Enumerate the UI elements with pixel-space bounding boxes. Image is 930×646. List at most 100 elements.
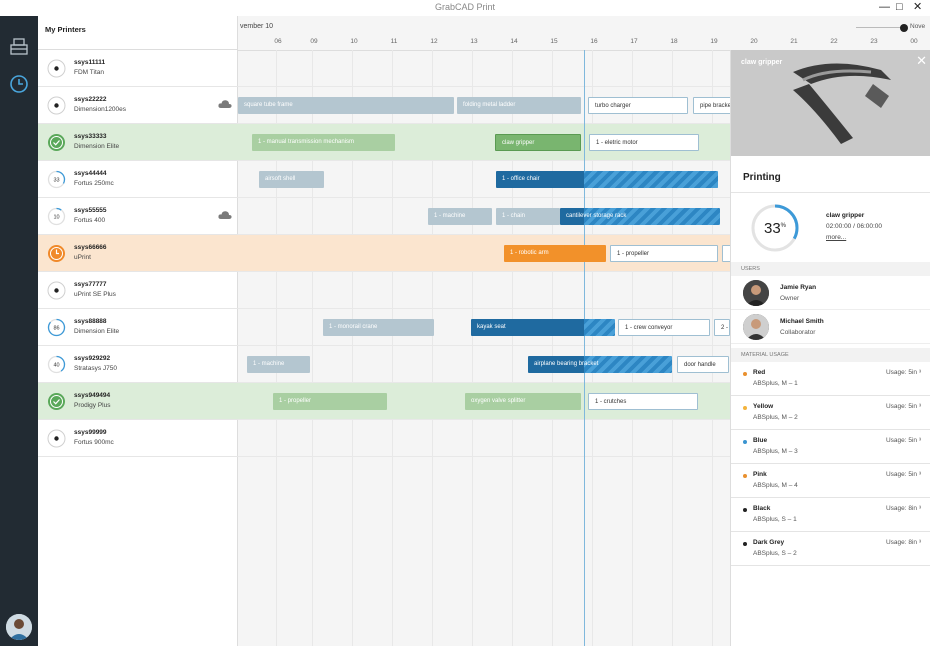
print-job-bar[interactable]: 1 - crew conveyor	[618, 319, 710, 336]
print-job-bar[interactable]: cantilever storage rack	[560, 208, 720, 225]
printer-row[interactable]: 40 ssys929292 Stratasys J750	[38, 346, 238, 383]
printer-name: ssys77777	[74, 281, 107, 288]
print-job-bar[interactable]: door handle	[677, 356, 729, 373]
printer-name: ssys55555	[74, 207, 107, 214]
print-job-bar[interactable]: 1 - office chair	[496, 171, 718, 188]
progress-value: 33%	[749, 220, 801, 237]
material-desc: ABSplus, S – 1	[753, 516, 797, 523]
idle-status-icon	[47, 281, 66, 300]
printer-row[interactable]: ssys949494 Prodigy Plus	[38, 383, 238, 420]
day-header: 15	[550, 38, 558, 45]
close-panel-button[interactable]: ✕	[916, 54, 927, 67]
material-name: Yellow	[753, 403, 774, 410]
printer-model: uPrint	[74, 254, 91, 261]
material-color-dot	[743, 542, 747, 546]
material-item: Red ABSplus, M – 1 Usage: 5in ³	[731, 362, 930, 396]
day-header: 17	[630, 38, 638, 45]
print-job-bar[interactable]: square tube frame	[238, 97, 454, 114]
print-job-bar[interactable]: 1 - eletric motor	[589, 134, 699, 151]
printer-row[interactable]: ssys99999 Fortus 900mc	[38, 420, 238, 457]
printer-row[interactable]: ssys11111 FDM Titan	[38, 50, 238, 87]
material-color-dot	[743, 440, 747, 444]
printer-row[interactable]: ssys33333 Dimension Elite	[38, 124, 238, 161]
user-avatar-icon	[743, 314, 769, 340]
day-header: 20	[750, 38, 758, 45]
printer-row[interactable]: 10 ssys55555 Fortus 400	[38, 198, 238, 235]
progress-status-icon: 86	[47, 318, 66, 337]
app-title: GrabCAD Print	[434, 2, 496, 12]
print-job-bar[interactable]: 1 - chain	[496, 208, 560, 225]
current-time-line	[584, 50, 585, 646]
material-name: Red	[753, 369, 766, 376]
print-job-bar[interactable]: 1 - propeller	[610, 245, 718, 262]
print-job-bar[interactable]: airplane bearing bracket	[528, 356, 672, 373]
cloud-icon	[218, 211, 232, 219]
progress-status-icon: 33	[47, 170, 66, 189]
day-header: 09	[310, 38, 318, 45]
print-job-bar[interactable]: 1 - robotic arm	[504, 245, 606, 262]
user-item[interactable]: Jamie Ryan Owner	[731, 276, 930, 310]
user-item[interactable]: Michael Smith Collaborator	[731, 310, 930, 344]
printer-model: Dimension Elite	[74, 143, 120, 150]
printer-queue-button[interactable]	[5, 36, 33, 62]
progress-status-icon: 40	[47, 355, 66, 374]
print-job-bar[interactable]: 1 - machine	[428, 208, 492, 225]
print-job-bar[interactable]: 1 - machine	[247, 356, 310, 373]
month-label: vember 10	[240, 23, 274, 30]
printer-model: Dimension Elite	[74, 328, 120, 335]
print-job-bar[interactable]: airsoft shell	[259, 171, 324, 188]
day-header: 22	[830, 38, 838, 45]
minimize-button[interactable]: —	[879, 0, 890, 14]
day-header: 10	[350, 38, 358, 45]
print-job-bar[interactable]: oxygen valve splitter	[465, 393, 581, 410]
printer-name: ssys99999	[74, 429, 107, 436]
printer-row[interactable]: 33 ssys44444 Fortus 250mc	[38, 161, 238, 198]
material-item: Black ABSplus, S – 1 Usage: 8in ³	[731, 498, 930, 532]
printer-model: Fortus 900mc	[74, 439, 114, 446]
maximize-button[interactable]: □	[896, 0, 903, 14]
zoom-slider-knob[interactable]	[900, 24, 908, 32]
material-item: Blue ABSplus, M – 3 Usage: 5in ³	[731, 430, 930, 464]
idle-status-icon	[47, 96, 66, 115]
print-job-bar[interactable]: pipe bracket	[693, 97, 733, 114]
print-job-bar[interactable]: 2 -	[714, 319, 730, 336]
printer-name: ssys22222	[74, 96, 107, 103]
user-role: Collaborator	[780, 329, 816, 336]
printer-row[interactable]: 86 ssys88888 Dimension Elite	[38, 309, 238, 346]
progress-status-text: 40	[53, 363, 59, 369]
printer-row[interactable]: ssys77777 uPrint SE Plus	[38, 272, 238, 309]
more-link[interactable]: more...	[826, 234, 846, 241]
user-avatar[interactable]	[6, 614, 32, 640]
material-item: Yellow ABSplus, M – 2 Usage: 5in ³	[731, 396, 930, 430]
print-job-bar[interactable]: kayak seat	[471, 319, 615, 336]
print-job-bar[interactable]: 1 - crutches	[588, 393, 698, 410]
print-job-bar[interactable]: 1 - manual transmission mechanism	[252, 134, 395, 151]
print-job-bar[interactable]: claw gripper	[495, 134, 581, 151]
material-usage: Usage: 5in ³	[885, 369, 921, 376]
printer-row[interactable]: ssys66666 uPrint	[38, 235, 238, 272]
cloud-icon	[218, 100, 232, 108]
printer-row[interactable]: ssys22222 Dimension1200es	[38, 87, 238, 124]
zoom-slider-track[interactable]	[856, 27, 906, 28]
material-item: Dark Grey ABSplus, S – 2 Usage: 8in ³	[731, 532, 930, 566]
print-job-bar[interactable]: 1 - propeller	[273, 393, 387, 410]
current-job-time: 02:00:00 / 06:00:00	[826, 223, 883, 230]
left-nav	[0, 16, 38, 646]
close-button[interactable]: ✕	[913, 0, 922, 14]
materials-header: MATERIAL USAGE	[731, 348, 930, 362]
printer-model: Prodigy Plus	[74, 402, 111, 409]
print-job-bar[interactable]: turbo charger	[588, 97, 688, 114]
job-detail-panel: claw gripper ✕ Printing 33% claw gripper…	[730, 50, 930, 646]
status-divider	[731, 192, 930, 193]
material-usage: Usage: 5in ³	[885, 437, 921, 444]
app-window: GrabCAD Print — □ ✕ My Printers ssys1111…	[0, 0, 930, 646]
job-preview-image: claw gripper ✕	[731, 50, 930, 156]
timeline-button[interactable]	[5, 74, 33, 100]
user-avatar-image	[6, 614, 32, 640]
progress-status-text: 10	[53, 215, 59, 221]
print-job-bar[interactable]: 1 - monorail crane	[323, 319, 434, 336]
next-month-label: Nove	[910, 23, 926, 30]
day-header: 13	[470, 38, 478, 45]
print-job-bar[interactable]: folding metal ladder	[457, 97, 581, 114]
day-header: 16	[590, 38, 598, 45]
